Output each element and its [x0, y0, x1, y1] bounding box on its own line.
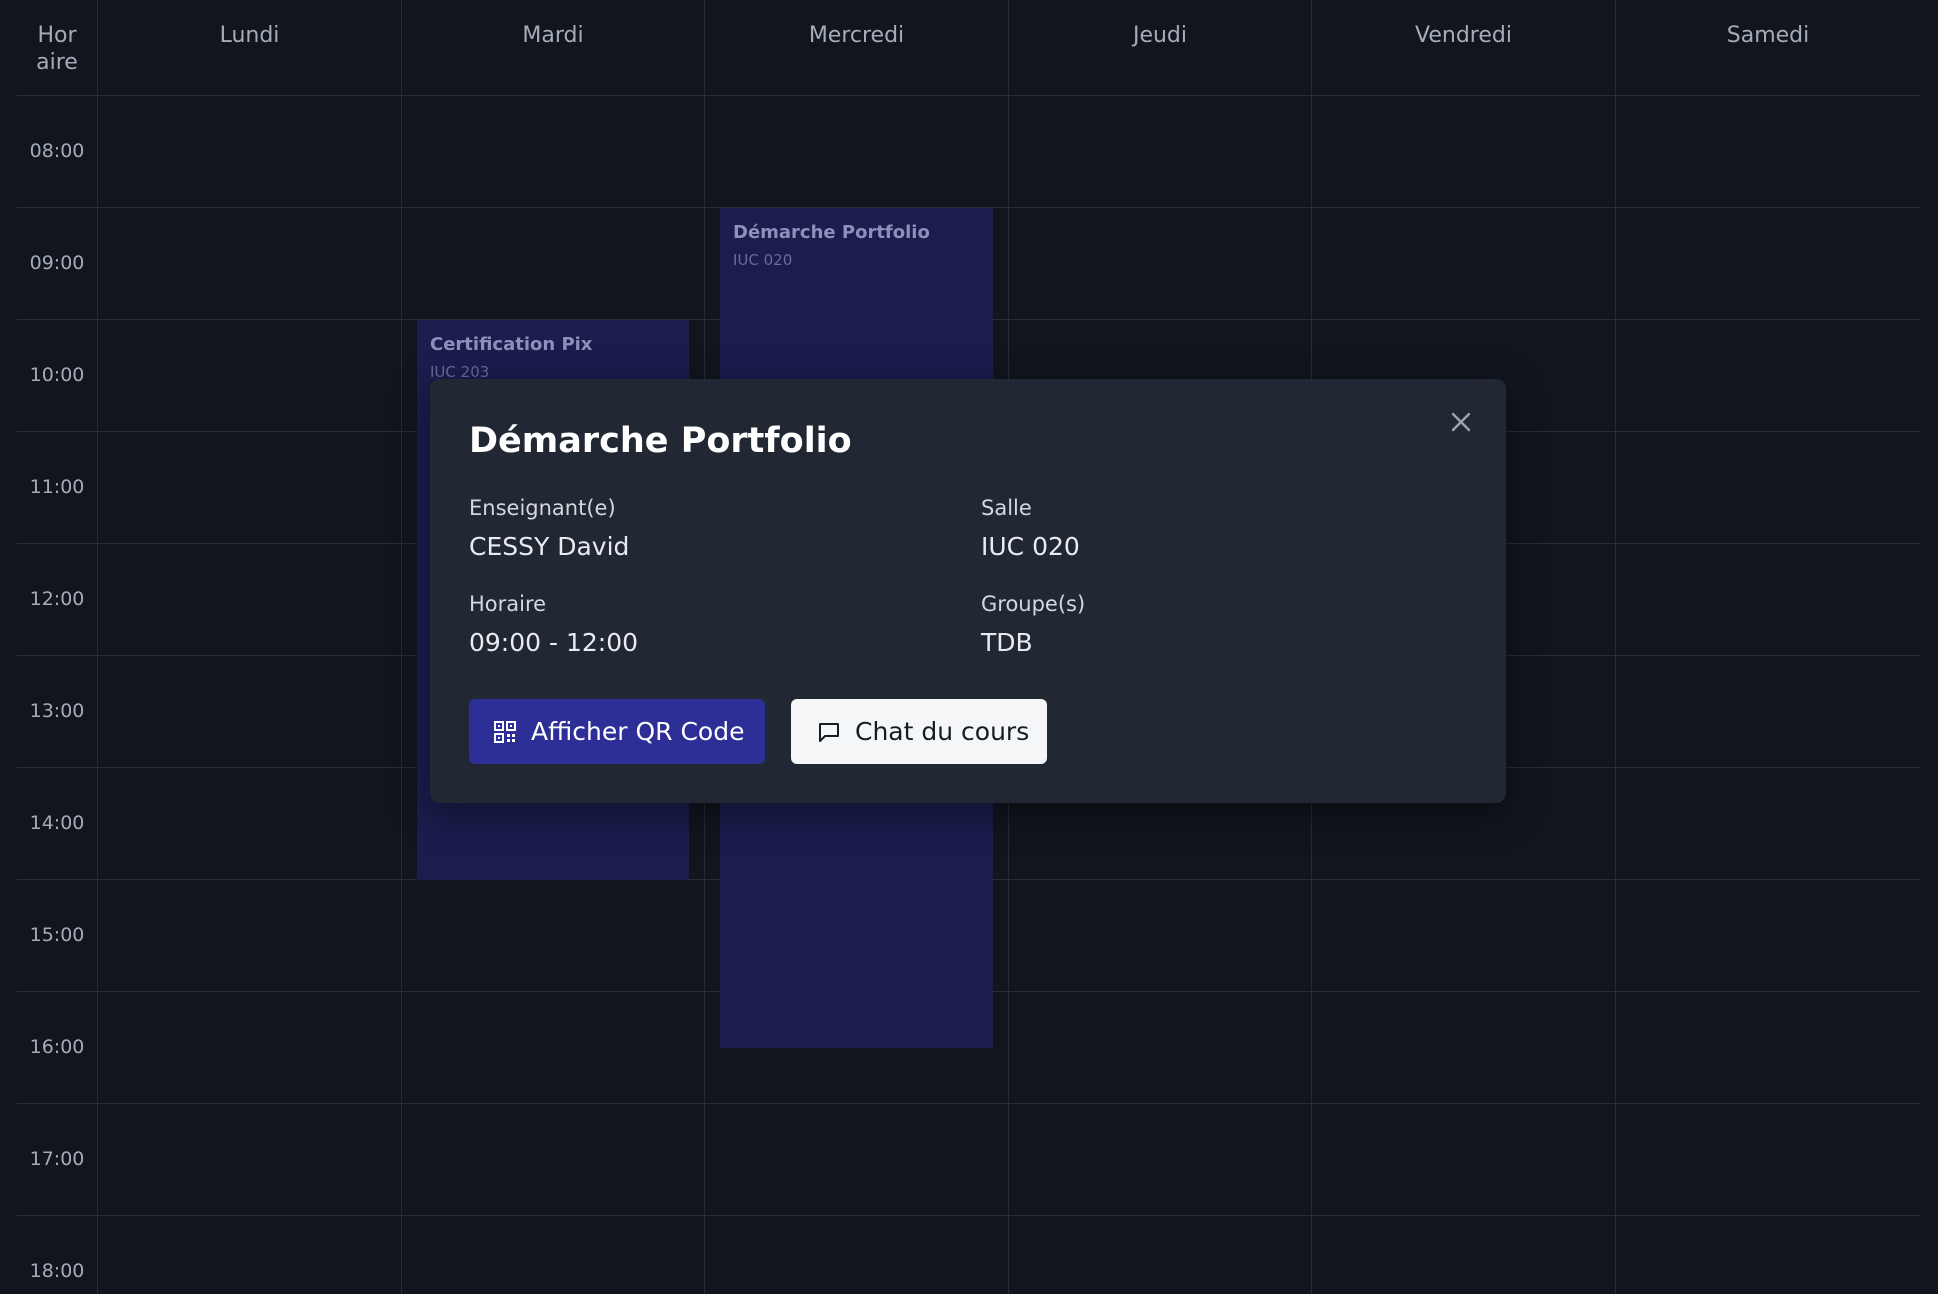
- event-title: Démarche Portfolio: [733, 222, 930, 243]
- time-label: 11:00: [29, 476, 85, 498]
- time-label: 14:00: [29, 812, 85, 834]
- time-field: Horaire 09:00 - 12:00: [469, 592, 949, 657]
- teacher-label: Enseignant(e): [469, 496, 616, 520]
- room-label: Salle: [981, 496, 1032, 520]
- show-qr-code-label: Afficher QR Code: [531, 717, 745, 746]
- time-label: 09:00: [29, 252, 85, 274]
- room-value: IUC 020: [981, 532, 1080, 561]
- teacher-field: Enseignant(e) CESSY David: [469, 496, 949, 561]
- time-label: 17:00: [29, 1148, 85, 1170]
- event-title: Certification Pix: [430, 334, 593, 355]
- grid-line: [17, 1215, 1921, 1216]
- time-label: 18:00: [29, 1260, 85, 1282]
- course-chat-label: Chat du cours: [855, 717, 1030, 746]
- day-header-vendredi: Vendredi: [1415, 23, 1512, 48]
- grid-line: [17, 1103, 1921, 1104]
- day-header-samedi: Samedi: [1726, 23, 1810, 48]
- groups-value: TDB: [981, 628, 1033, 657]
- time-label: 10:00: [29, 364, 85, 386]
- grid-line: [1615, 0, 1616, 1294]
- time-header-line1: Hor: [37, 23, 77, 48]
- groups-label: Groupe(s): [981, 592, 1086, 616]
- time-label: 13:00: [29, 700, 85, 722]
- day-header-mercredi: Mercredi: [808, 23, 905, 48]
- event-detail-modal: Démarche Portfolio Enseignant(e) CESSY D…: [430, 379, 1506, 803]
- time-column-header: Hor aire: [17, 0, 97, 95]
- day-header-jeudi: Jeudi: [1132, 23, 1188, 48]
- time-label: 12:00: [29, 588, 85, 610]
- modal-title: Démarche Portfolio: [469, 421, 852, 461]
- time-label: 15:00: [29, 924, 85, 946]
- event-room: IUC 020: [733, 251, 793, 269]
- message-square-icon: [817, 720, 841, 744]
- groups-field: Groupe(s) TDB: [981, 592, 1461, 657]
- room-field: Salle IUC 020: [981, 496, 1461, 561]
- day-header-lundi: Lundi: [219, 23, 280, 48]
- grid-line: [401, 0, 402, 1294]
- course-chat-button[interactable]: Chat du cours: [791, 699, 1047, 764]
- time-label: 08:00: [29, 140, 85, 162]
- qr-code-icon: [493, 720, 517, 744]
- day-header-mardi: Mardi: [522, 23, 584, 48]
- time-label: Horaire: [469, 592, 547, 616]
- grid-line: [97, 0, 98, 1294]
- time-value: 09:00 - 12:00: [469, 628, 639, 657]
- time-label: 16:00: [29, 1036, 85, 1058]
- grid-line: [17, 95, 1921, 96]
- time-header-line2: aire: [36, 50, 78, 75]
- show-qr-code-button[interactable]: Afficher QR Code: [469, 699, 765, 764]
- close-icon[interactable]: [1446, 407, 1476, 437]
- teacher-value: CESSY David: [469, 532, 630, 561]
